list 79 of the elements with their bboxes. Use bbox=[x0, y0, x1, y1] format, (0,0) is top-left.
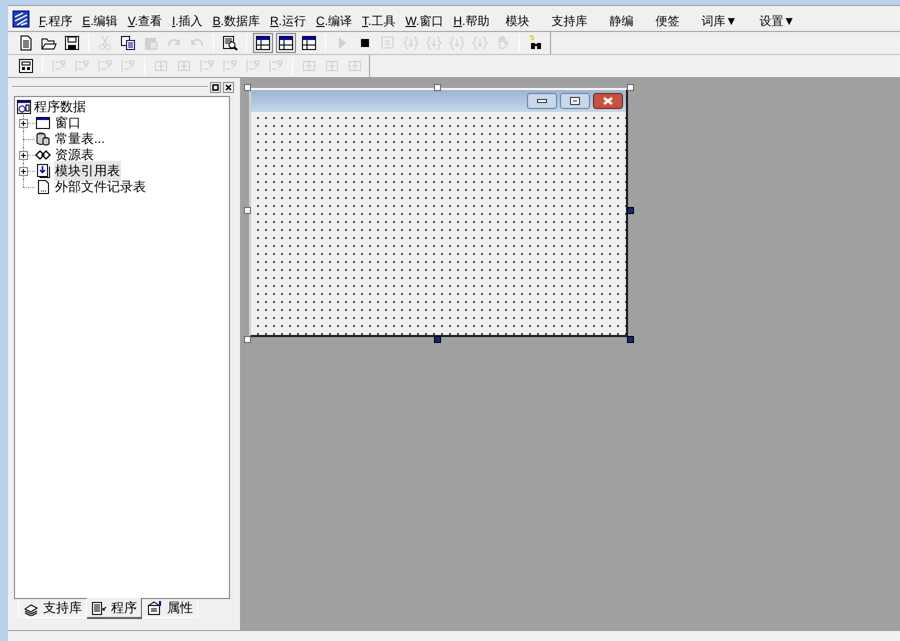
align-icon bbox=[97, 58, 113, 74]
align-icon bbox=[199, 58, 215, 74]
menu-item[interactable]: 便签 bbox=[654, 12, 680, 30]
binoculars-icon bbox=[528, 35, 544, 51]
find-button[interactable] bbox=[220, 33, 240, 53]
step-icon bbox=[380, 35, 396, 51]
align-icon bbox=[245, 58, 261, 74]
tree-item[interactable]: 模块引用表 bbox=[54, 161, 121, 181]
properties-icon bbox=[147, 600, 163, 616]
close-button[interactable] bbox=[593, 93, 623, 109]
menu-item[interactable]: W.窗口 bbox=[404, 12, 444, 30]
panel-layout-icon bbox=[255, 35, 271, 51]
brace-icon bbox=[449, 35, 465, 51]
minimize-button[interactable] bbox=[527, 93, 557, 109]
resize-handle[interactable] bbox=[434, 84, 441, 91]
menu-item[interactable]: 静编 bbox=[608, 12, 634, 30]
close-icon[interactable] bbox=[223, 82, 234, 92]
panel-tab[interactable]: 程序 bbox=[87, 598, 142, 619]
maximize-button[interactable] bbox=[560, 93, 590, 109]
menu-item[interactable]: E.编辑 bbox=[81, 12, 119, 30]
resize-handle[interactable] bbox=[434, 336, 441, 343]
magnifier-icon bbox=[222, 35, 238, 51]
expand-icon[interactable] bbox=[19, 119, 28, 128]
close-icon bbox=[603, 97, 613, 105]
resize-handle[interactable] bbox=[244, 207, 251, 214]
panel-tab[interactable]: 支持库 bbox=[18, 599, 87, 618]
panel-layout-icon bbox=[278, 35, 294, 51]
menu-item[interactable]: 词库▼ bbox=[700, 12, 738, 30]
document-icon bbox=[18, 35, 34, 51]
maximize-icon[interactable] bbox=[210, 82, 221, 92]
panel-button[interactable] bbox=[276, 33, 296, 53]
minimize-icon bbox=[537, 99, 547, 103]
resize-handle[interactable] bbox=[627, 207, 634, 214]
resize-handle[interactable] bbox=[627, 336, 634, 343]
menu-item[interactable]: H.帮助 bbox=[452, 12, 490, 30]
resize-handle[interactable] bbox=[627, 84, 634, 91]
center-icon bbox=[153, 58, 169, 74]
copy-button[interactable] bbox=[118, 33, 138, 53]
menu-item[interactable]: F.程序 bbox=[38, 12, 74, 30]
menu-item[interactable]: V.查看 bbox=[126, 12, 163, 30]
align-icon bbox=[268, 58, 284, 74]
brace-icon bbox=[403, 35, 419, 51]
app-logo-icon[interactable] bbox=[12, 10, 30, 28]
panel-button[interactable] bbox=[299, 33, 319, 53]
form-layout-icon bbox=[18, 58, 34, 74]
layout-button[interactable] bbox=[16, 56, 36, 76]
resize-handle[interactable] bbox=[244, 336, 251, 343]
menu-item[interactable]: B.数据库 bbox=[212, 12, 261, 30]
document-icon bbox=[91, 600, 107, 616]
expand-icon[interactable] bbox=[19, 151, 28, 160]
menu-item[interactable]: 支持库 bbox=[550, 12, 588, 30]
align-icon bbox=[120, 58, 136, 74]
menu-item[interactable]: 模块 bbox=[504, 12, 530, 30]
panel-button[interactable] bbox=[253, 33, 273, 53]
save-button[interactable] bbox=[62, 33, 82, 53]
file-icon bbox=[35, 179, 51, 195]
center-icon bbox=[347, 58, 363, 74]
scissors-icon bbox=[97, 35, 113, 51]
menu-item[interactable]: I.插入 bbox=[170, 12, 204, 30]
align-icon bbox=[74, 58, 90, 74]
brace-icon bbox=[426, 35, 442, 51]
center-icon bbox=[324, 58, 340, 74]
maximize-icon bbox=[570, 97, 580, 105]
menu-item[interactable]: R.运行 bbox=[269, 12, 308, 30]
resize-handle[interactable] bbox=[244, 84, 251, 91]
menu-item[interactable]: 设置▼ bbox=[758, 12, 796, 30]
copy-icon bbox=[120, 35, 136, 51]
center-icon bbox=[301, 58, 317, 74]
menu-item[interactable]: C.编译 bbox=[315, 12, 354, 30]
window-icon bbox=[35, 115, 51, 131]
menu-item[interactable]: T.工具 bbox=[361, 12, 396, 30]
expand-icon[interactable] bbox=[19, 167, 28, 176]
panel-layout-icon bbox=[301, 35, 317, 51]
center-icon bbox=[176, 58, 192, 74]
align-icon bbox=[51, 58, 67, 74]
panel-tab[interactable]: 属性 bbox=[142, 599, 198, 618]
brace-icon bbox=[472, 35, 488, 51]
clipboard-icon bbox=[143, 35, 159, 51]
align-icon bbox=[222, 58, 238, 74]
